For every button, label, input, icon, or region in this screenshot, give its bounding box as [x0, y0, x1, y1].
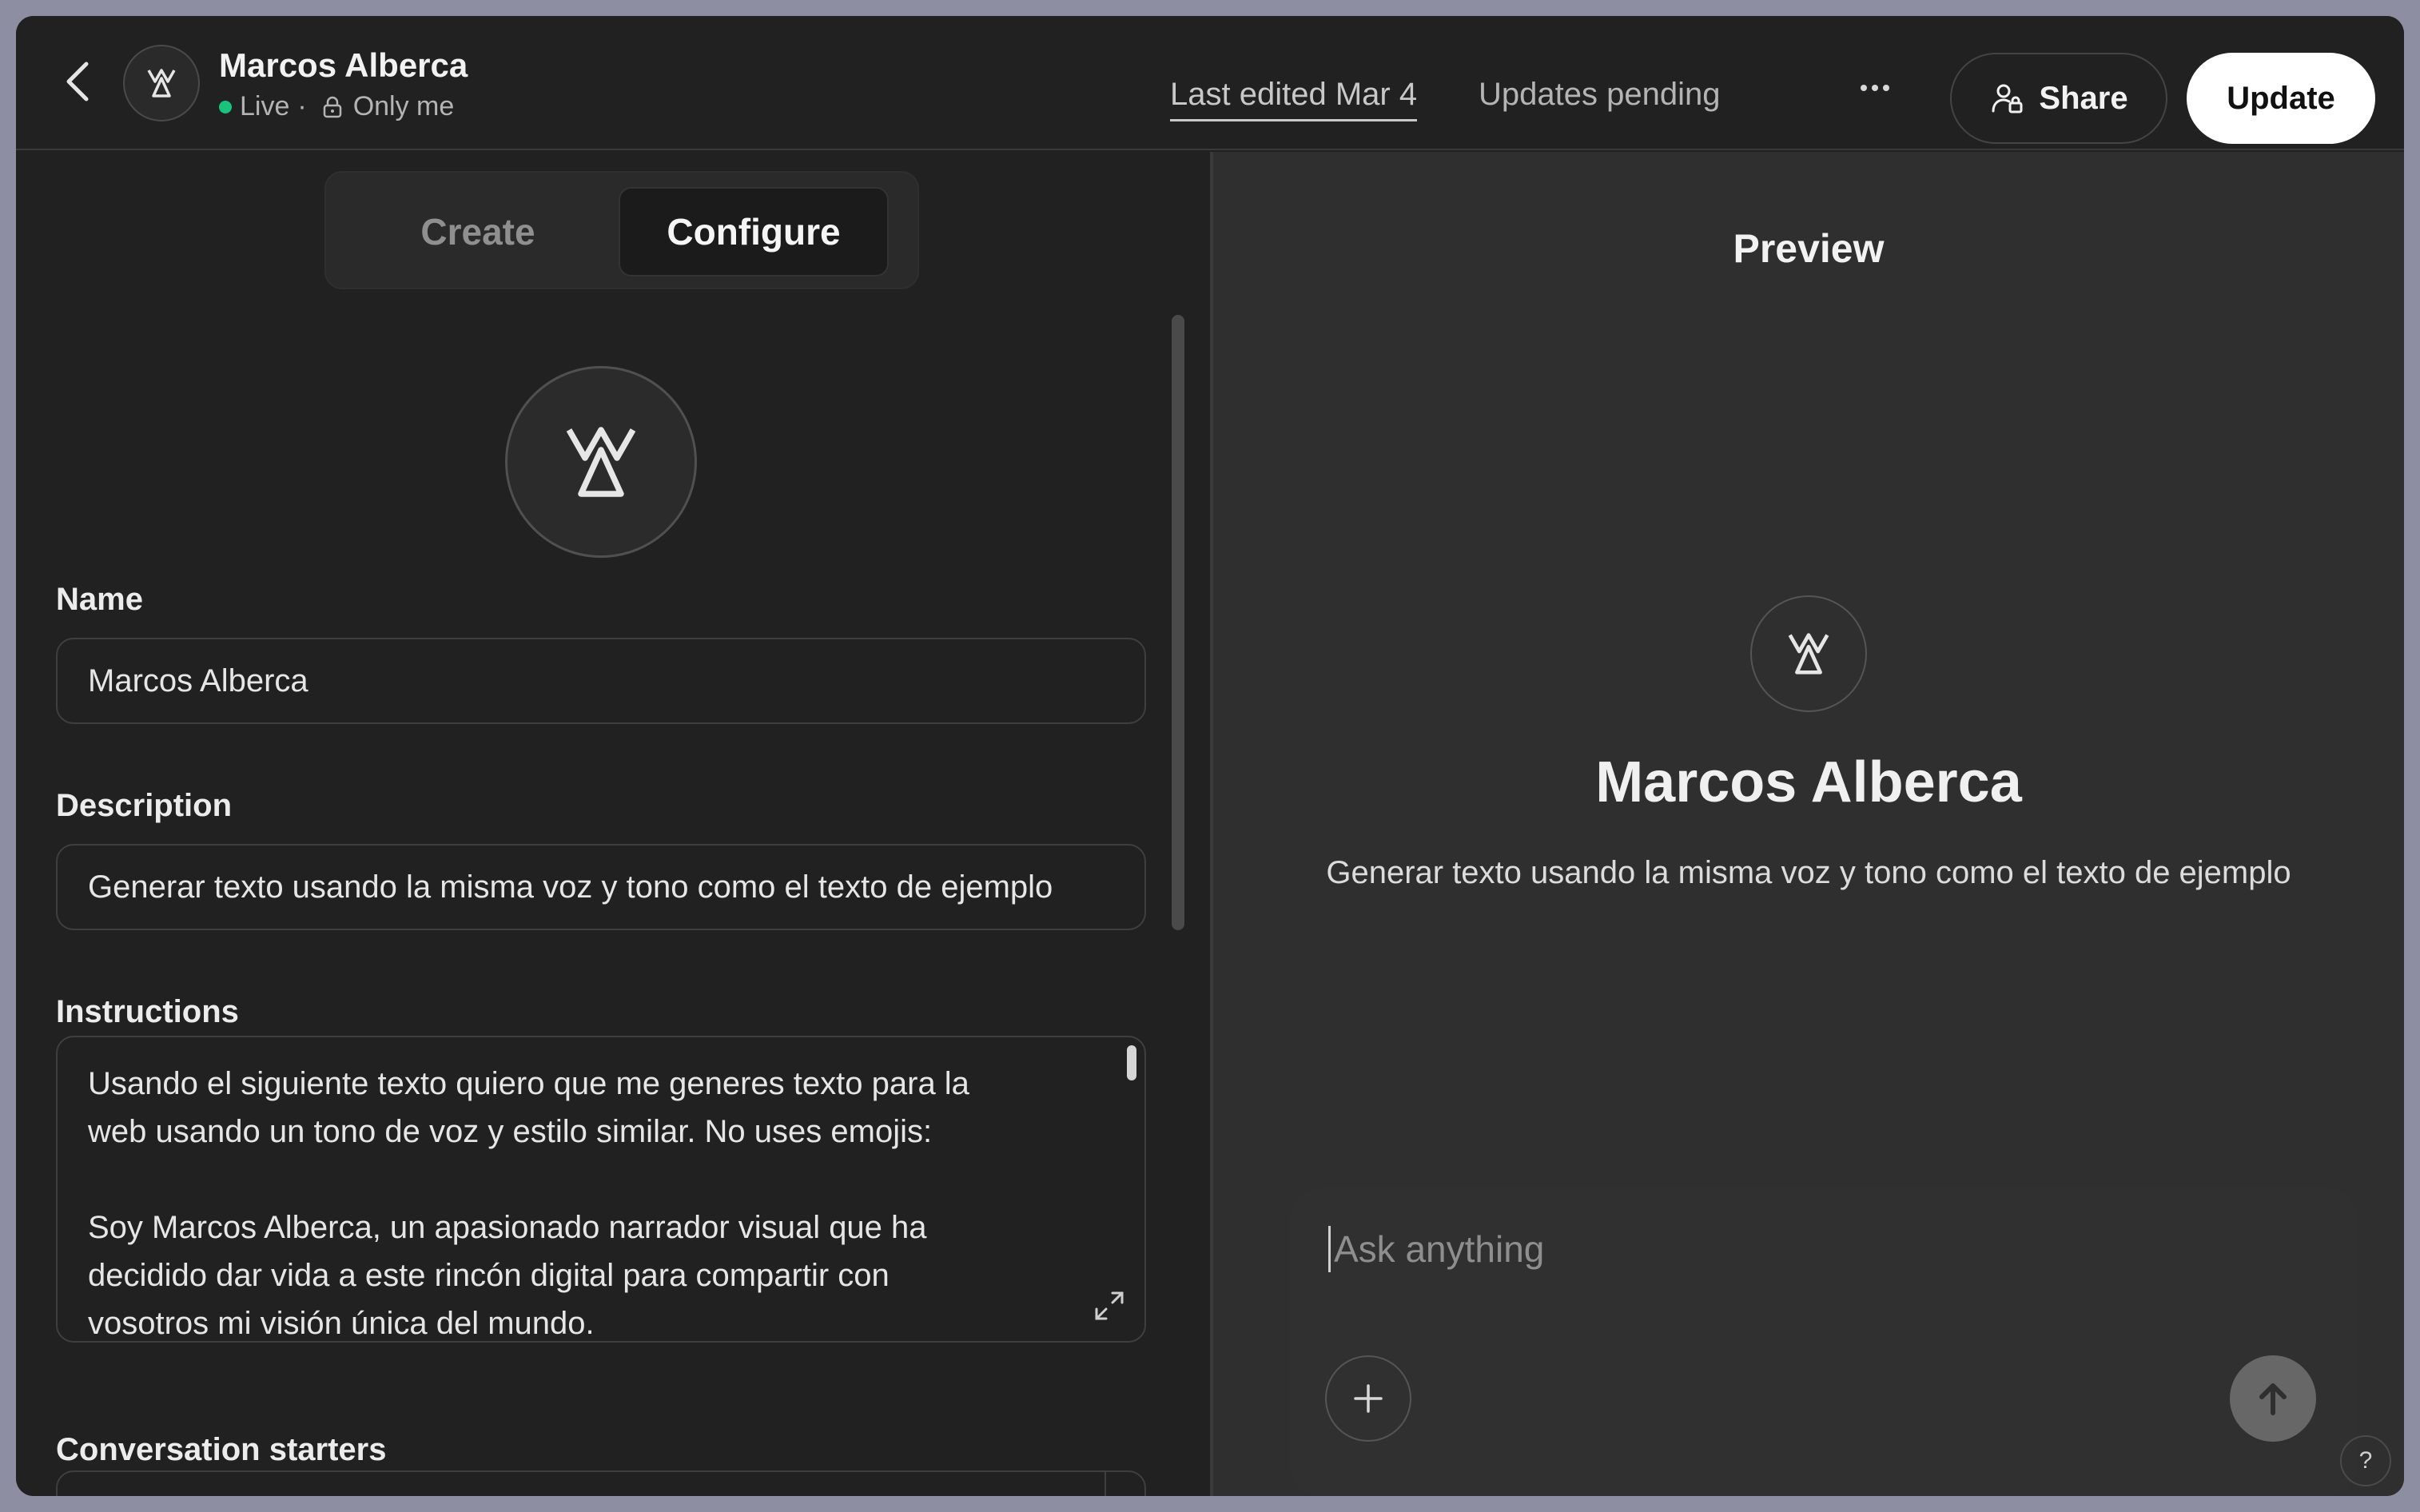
share-label: Share: [2039, 80, 2128, 116]
share-button[interactable]: Share: [1950, 53, 2167, 144]
preview-panel: Preview Marcos Alberca Generar texto usa…: [1213, 152, 2404, 1496]
updates-pending-label: Updates pending: [1479, 77, 1721, 112]
description-field[interactable]: Generar texto usando la misma voz y tono…: [56, 844, 1146, 930]
instructions-scrollbar[interactable]: [1127, 1045, 1136, 1080]
plus-icon: [1354, 1384, 1383, 1413]
marcos-logo-icon: [1788, 633, 1829, 674]
gpt-title: Marcos Alberca: [219, 46, 468, 84]
status-separator: ·: [297, 91, 307, 121]
conversation-starters-label: Conversation starters: [56, 1432, 387, 1467]
back-button[interactable]: [54, 58, 102, 105]
lock-icon: [320, 94, 345, 120]
expand-icon[interactable]: [1092, 1288, 1127, 1323]
description-label: Description: [56, 788, 233, 823]
preview-gpt-name: Marcos Alberca: [1595, 750, 2022, 814]
arrow-up-icon: [2259, 1383, 2287, 1415]
ask-input[interactable]: Ask anything: [1328, 1226, 1544, 1272]
live-status-dot: [219, 100, 232, 113]
mode-tabs: Create Configure: [324, 171, 919, 289]
send-button[interactable]: [2230, 1355, 2316, 1442]
gpt-editor-window: Marcos Alberca Live · Only me Last edite…: [16, 16, 2404, 1496]
attach-button[interactable]: [1325, 1355, 1411, 1442]
update-button[interactable]: Update: [2187, 53, 2375, 144]
chevron-left-icon: [66, 62, 89, 101]
preview-avatar: [1750, 595, 1867, 712]
gpt-avatar-upload[interactable]: [505, 366, 697, 558]
gpt-avatar: [123, 45, 200, 121]
instructions-text: Usando el siguiente texto quiero que me …: [88, 1066, 969, 1341]
preview-title: Preview: [1733, 226, 1885, 271]
marcos-logo-icon: [566, 427, 636, 497]
name-label: Name: [56, 582, 143, 617]
person-lock-icon: [1992, 84, 2023, 113]
instructions-label: Instructions: [56, 994, 239, 1029]
tab-configure[interactable]: Configure: [619, 187, 889, 277]
marcos-logo-icon: [147, 69, 176, 97]
top-bar: Marcos Alberca Live · Only me Last edite…: [16, 16, 2404, 150]
name-field[interactable]: Marcos Alberca: [56, 638, 1146, 724]
live-status-label: Live: [240, 91, 290, 121]
preview-gpt-description: Generar texto usando la misma voz y tono…: [1326, 855, 2291, 890]
chat-composer: Ask anything: [1290, 1188, 2358, 1496]
gpt-status: Live · Only me: [219, 91, 454, 122]
starter-separator: [1105, 1472, 1106, 1496]
instructions-field[interactable]: Usando el siguiente texto quiero que me …: [56, 1036, 1146, 1343]
visibility-label: Only me: [352, 91, 455, 121]
help-button[interactable]: ?: [2340, 1435, 2391, 1486]
configure-scrollbar[interactable]: [1172, 315, 1184, 930]
more-options-button[interactable]: [1851, 72, 1899, 104]
ellipsis-icon: [1861, 85, 1867, 91]
tab-create[interactable]: Create: [345, 187, 611, 277]
conversation-starter-field[interactable]: [56, 1470, 1146, 1496]
last-edited-link[interactable]: Last edited Mar 4: [1170, 77, 1418, 121]
